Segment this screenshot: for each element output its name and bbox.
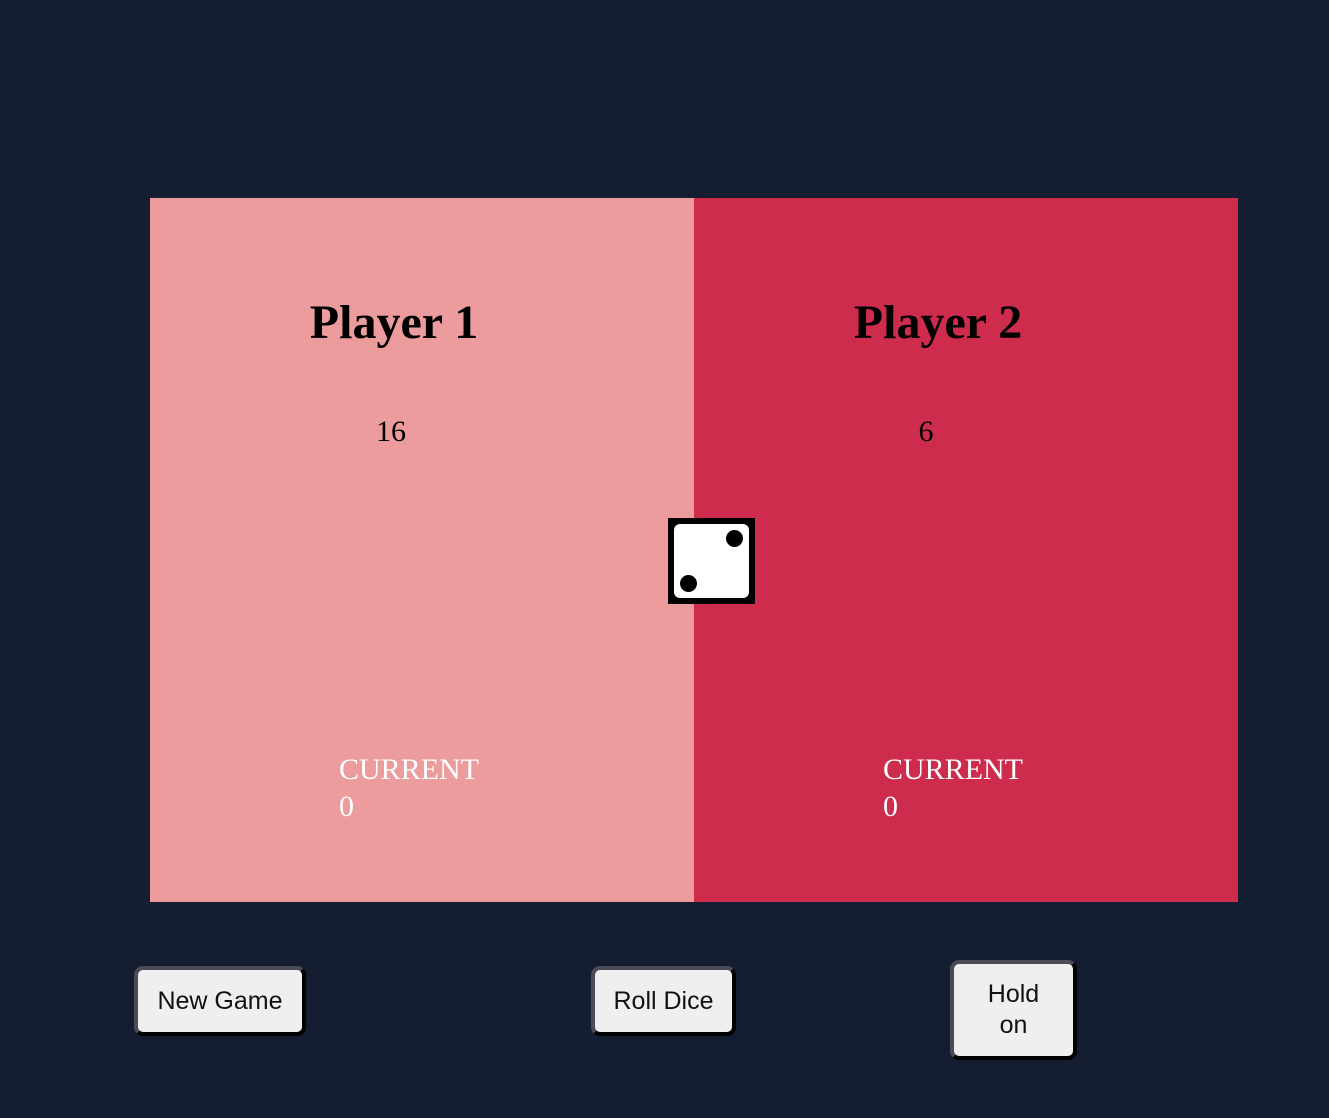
player-2-current-label: CURRENT bbox=[883, 753, 1024, 786]
player-1-name: Player 1 bbox=[309, 296, 479, 349]
player-2-current-score: 0 bbox=[883, 790, 898, 823]
dice-face bbox=[674, 524, 749, 598]
player-1-score: 16 bbox=[376, 415, 406, 448]
roll-dice-button[interactable]: Roll Dice bbox=[591, 966, 736, 1036]
player-2-score: 6 bbox=[918, 415, 934, 448]
dice-pip bbox=[726, 530, 743, 547]
hold-button[interactable]: Hold on bbox=[950, 960, 1077, 1060]
hold-button-label: Hold on bbox=[987, 980, 1040, 1039]
new-game-button-label: New Game bbox=[157, 986, 283, 1015]
player-2-panel: Player 2 6 CURRENT 0 bbox=[694, 198, 1238, 902]
player-1-current-box: CURRENT 0 bbox=[339, 751, 479, 825]
dice-two-icon bbox=[668, 518, 755, 604]
player-1-current-score: 0 bbox=[339, 790, 354, 823]
player-1-panel: Player 1 16 CURRENT 0 bbox=[150, 198, 694, 902]
player-2-name: Player 2 bbox=[853, 296, 1023, 349]
roll-dice-button-label: Roll Dice bbox=[613, 986, 714, 1015]
player-1-current-label: CURRENT bbox=[339, 753, 480, 786]
dice-pip bbox=[680, 575, 697, 592]
new-game-button[interactable]: New Game bbox=[134, 966, 306, 1036]
player-2-current-box: CURRENT 0 bbox=[883, 751, 1023, 825]
